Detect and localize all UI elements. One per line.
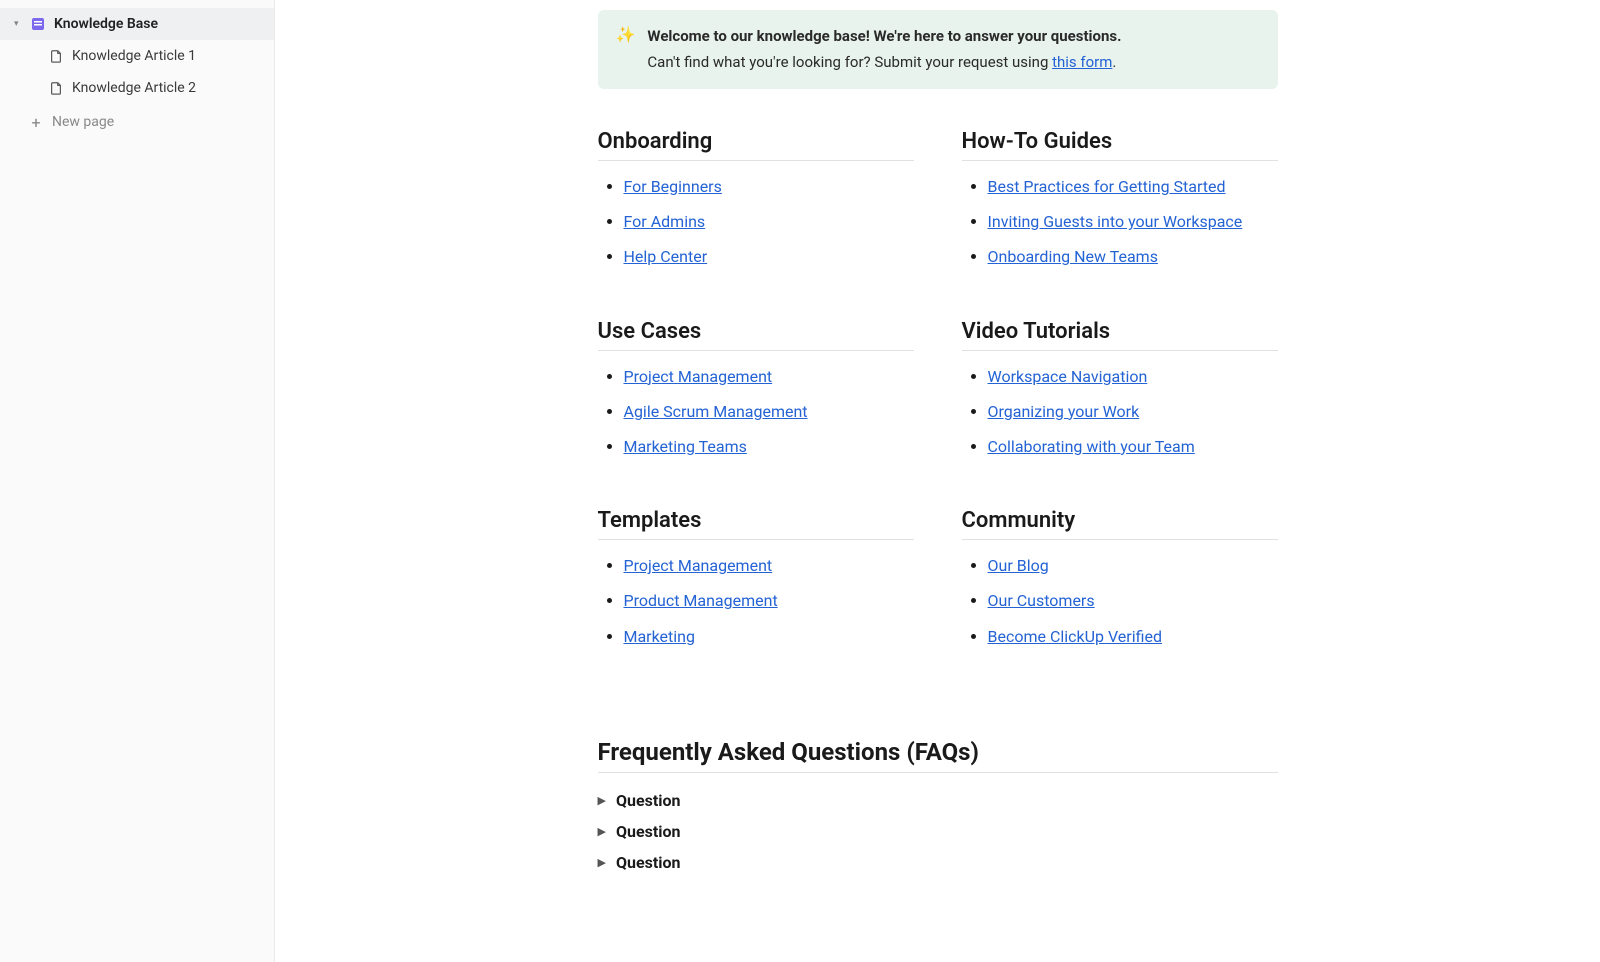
section-onboarding: Onboarding For Beginners For Admins Help…: [598, 129, 914, 279]
list-item: For Beginners: [624, 173, 914, 200]
section-title: Templates: [598, 508, 914, 540]
banner-headline: Welcome to our knowledge base! We're her…: [647, 27, 1121, 45]
section-link[interactable]: For Beginners: [624, 177, 722, 196]
faq-question: Question: [616, 822, 681, 841]
banner-sub-prefix: Can't find what you're looking for? Subm…: [647, 53, 1052, 71]
faq-question: Question: [616, 791, 681, 810]
section-community: Community Our Blog Our Customers Become …: [962, 508, 1278, 658]
faq-item[interactable]: ▶ Question: [598, 785, 1278, 816]
section-title: Community: [962, 508, 1278, 540]
section-link[interactable]: Marketing Teams: [624, 437, 747, 456]
sidebar-item-label: Knowledge Article 1: [72, 48, 196, 64]
section-link[interactable]: Organizing your Work: [988, 402, 1140, 421]
sidebar-item-article-2[interactable]: Knowledge Article 2: [0, 72, 274, 104]
section-link[interactable]: Onboarding New Teams: [988, 247, 1158, 266]
section-video: Video Tutorials Workspace Navigation Org…: [962, 319, 1278, 469]
list-item: Our Blog: [988, 552, 1278, 579]
faq-title: Frequently Asked Questions (FAQs): [598, 738, 1278, 773]
triangle-right-icon: ▶: [598, 825, 606, 838]
section-link[interactable]: Workspace Navigation: [988, 367, 1148, 386]
list-item: Best Practices for Getting Started: [988, 173, 1278, 200]
chevron-down-icon: ▾: [14, 19, 28, 29]
section-link[interactable]: Our Customers: [988, 591, 1095, 610]
list-item: Product Management: [624, 587, 914, 614]
triangle-right-icon: ▶: [598, 856, 606, 869]
list-item: Marketing: [624, 623, 914, 650]
faq-item[interactable]: ▶ Question: [598, 847, 1278, 878]
list-item: Inviting Guests into your Workspace: [988, 208, 1278, 235]
section-link[interactable]: Marketing: [624, 627, 695, 646]
sidebar-item-article-1[interactable]: Knowledge Article 1: [0, 40, 274, 72]
plus-icon: +: [28, 113, 44, 132]
sidebar-item-knowledge-base[interactable]: ▾ Knowledge Base: [0, 8, 274, 40]
list-item: Workspace Navigation: [988, 363, 1278, 390]
section-howto: How-To Guides Best Practices for Getting…: [962, 129, 1278, 279]
sparkle-icon: ✨: [616, 24, 636, 46]
list-item: Agile Scrum Management: [624, 398, 914, 425]
document-icon: [48, 48, 64, 64]
section-link[interactable]: Product Management: [624, 591, 778, 610]
sidebar-item-label: Knowledge Article 2: [72, 80, 196, 96]
list-item: Marketing Teams: [624, 433, 914, 460]
list-item: Onboarding New Teams: [988, 243, 1278, 270]
section-link[interactable]: Help Center: [624, 247, 708, 266]
section-link[interactable]: Agile Scrum Management: [624, 402, 808, 421]
section-link[interactable]: Become ClickUp Verified: [988, 627, 1162, 646]
list-item: Project Management: [624, 363, 914, 390]
list-item: Help Center: [624, 243, 914, 270]
welcome-banner: ✨ Welcome to our knowledge base! We're h…: [598, 10, 1278, 89]
section-link[interactable]: Inviting Guests into your Workspace: [988, 212, 1243, 231]
section-link[interactable]: Best Practices for Getting Started: [988, 177, 1226, 196]
sections-grid: Onboarding For Beginners For Admins Help…: [598, 129, 1278, 658]
section-link[interactable]: For Admins: [624, 212, 706, 231]
section-title: Use Cases: [598, 319, 914, 351]
banner-form-link[interactable]: this form: [1052, 53, 1112, 71]
list-item: For Admins: [624, 208, 914, 235]
section-link[interactable]: Our Blog: [988, 556, 1049, 575]
list-item: Become ClickUp Verified: [988, 623, 1278, 650]
faq-section: Frequently Asked Questions (FAQs) ▶ Ques…: [598, 738, 1278, 878]
document-icon: [48, 80, 64, 96]
sidebar-new-page[interactable]: + New page: [0, 106, 274, 138]
section-usecases: Use Cases Project Management Agile Scrum…: [598, 319, 914, 469]
banner-text: Welcome to our knowledge base! We're her…: [647, 24, 1121, 75]
banner-sub-suffix: .: [1112, 53, 1116, 71]
triangle-right-icon: ▶: [598, 794, 606, 807]
section-link[interactable]: Collaborating with your Team: [988, 437, 1195, 456]
section-title: How-To Guides: [962, 129, 1278, 161]
faq-item[interactable]: ▶ Question: [598, 816, 1278, 847]
section-link[interactable]: Project Management: [624, 367, 773, 386]
list-item: Collaborating with your Team: [988, 433, 1278, 460]
new-page-label: New page: [52, 114, 114, 130]
section-title: Onboarding: [598, 129, 914, 161]
section-link[interactable]: Project Management: [624, 556, 773, 575]
list-item: Our Customers: [988, 587, 1278, 614]
sidebar-root-label: Knowledge Base: [54, 16, 158, 32]
knowledge-base-icon: [30, 16, 46, 32]
faq-question: Question: [616, 853, 681, 872]
list-item: Project Management: [624, 552, 914, 579]
sidebar: ▾ Knowledge Base Knowledge Article 1 Kno…: [0, 0, 275, 962]
main-content: ✨ Welcome to our knowledge base! We're h…: [275, 0, 1600, 962]
section-title: Video Tutorials: [962, 319, 1278, 351]
section-templates: Templates Project Management Product Man…: [598, 508, 914, 658]
list-item: Organizing your Work: [988, 398, 1278, 425]
